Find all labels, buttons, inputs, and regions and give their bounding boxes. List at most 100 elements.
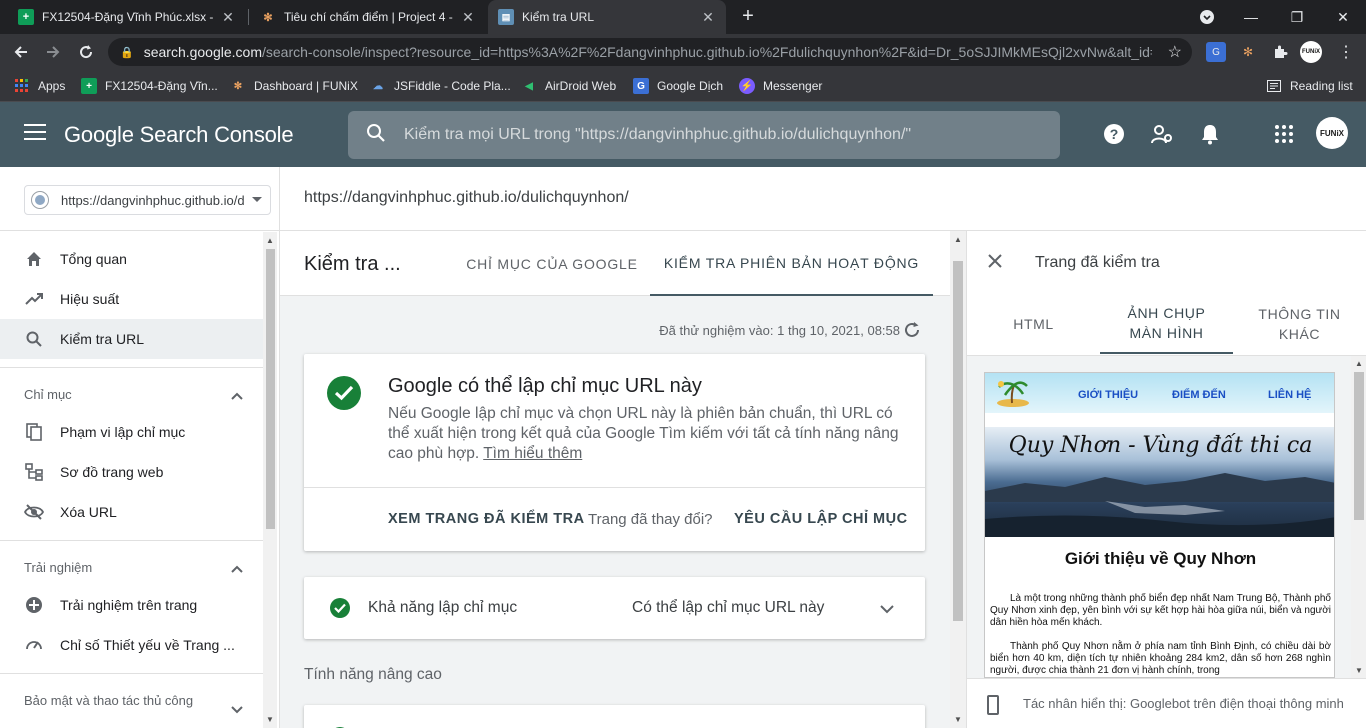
tab-more-info[interactable]: THÔNG TIN KHÁC	[1233, 294, 1366, 354]
address-host: search.google.com	[143, 44, 262, 60]
sidebar-item-sitemaps[interactable]: Sơ đồ trang web	[0, 452, 263, 492]
learn-more-link[interactable]: Tìm hiểu thêm	[483, 445, 582, 462]
forward-button[interactable]	[41, 40, 65, 64]
bookmark-funix-dashboard[interactable]: ✻ Dashboard | FUNiX	[230, 77, 358, 95]
dropdown-caret-icon	[252, 197, 262, 202]
browser-tab-strip: + FX12504-Đặng Vĩnh Phúc.xlsx - G ✕ ✻ Ti…	[0, 0, 1366, 34]
restore-button[interactable]: ❐	[1274, 0, 1320, 34]
panel-scrollbar[interactable]: ▲ ▼	[1351, 356, 1366, 678]
tab-title: Tiêu chí chấm điểm | Project 4 - )	[284, 10, 454, 24]
page-changed-label: Trang đã thay đổi?	[588, 511, 713, 528]
minimize-button[interactable]: —	[1228, 0, 1274, 34]
search-icon	[348, 123, 404, 148]
new-tab-button[interactable]: +	[738, 6, 758, 27]
left-sidebar: https://dangvinhphuc.github.io/dulichquy…	[0, 167, 280, 728]
close-icon[interactable]	[987, 253, 1005, 271]
sidebar-item-url-inspection[interactable]: Kiểm tra URL	[0, 319, 263, 359]
notifications-bell-icon[interactable]	[1198, 122, 1222, 146]
sidebar-item-label: Chỉ số Thiết yếu về Trang ...	[60, 637, 235, 653]
sidebar-item-coverage[interactable]: Phạm vi lập chỉ mục	[0, 412, 263, 452]
screenshot-navbar: GIỚI THIỆU ĐIỂM ĐẾN LIÊN HỆ	[985, 373, 1334, 413]
sidebar-section-index[interactable]: Chỉ mục	[0, 376, 263, 412]
screenshot-hero-image: Quy Nhơn - Vùng đất thi ca	[985, 427, 1334, 537]
sidebar-item-label: Tổng quan	[60, 251, 127, 267]
bookmark-google-translate[interactable]: G Google Dịch	[633, 77, 723, 95]
scroll-up-arrow-icon[interactable]: ▲	[953, 235, 963, 244]
funix-extension-icon[interactable]: ✻	[1238, 42, 1258, 62]
bookmark-airdroid[interactable]: ◀ AirDroid Web	[521, 77, 616, 95]
tab-html[interactable]: HTML	[967, 294, 1100, 354]
close-tab-icon[interactable]: ✕	[460, 9, 476, 26]
bookmark-jsfiddle[interactable]: ☁ JSFiddle - Code Pla...	[370, 77, 511, 95]
main-scroll-thumb[interactable]	[953, 261, 963, 621]
sidebar-section-experience[interactable]: Trải nghiệm	[0, 549, 263, 585]
scroll-down-arrow-icon[interactable]: ▼	[953, 715, 963, 724]
request-indexing-button[interactable]: YÊU CẦU LẬP CHỈ MỤC	[734, 511, 908, 527]
sidebar-item-page-experience[interactable]: Trải nghiệm trên trang	[0, 585, 263, 625]
sidebar-divider	[0, 673, 263, 674]
property-selector[interactable]: https://dangvinhphuc.github.io/dulichquy…	[24, 185, 271, 215]
scroll-up-arrow-icon[interactable]: ▲	[265, 236, 275, 245]
manage-users-icon[interactable]	[1150, 122, 1174, 146]
main-scrollbar[interactable]: ▲ ▼	[950, 231, 966, 728]
google-apps-icon[interactable]	[1272, 122, 1296, 146]
back-button[interactable]	[9, 40, 33, 64]
browser-tab-funix[interactable]: ✻ Tiêu chí chấm điểm | Project 4 - ) ✕	[250, 0, 486, 34]
panel-scroll-thumb[interactable]	[1354, 372, 1364, 520]
close-tab-icon[interactable]: ✕	[220, 9, 236, 26]
tab-screenshot[interactable]: ẢNH CHỤP MÀN HÌNH	[1100, 294, 1233, 354]
speed-gauge-icon	[24, 635, 44, 655]
sidebar-item-performance[interactable]: Hiệu suất	[0, 279, 263, 319]
browser-toolbar: 🔒 search.google.com /search-console/insp…	[0, 34, 1366, 70]
sidebar-item-overview[interactable]: Tổng quan	[0, 239, 263, 279]
tab-search-button[interactable]	[1184, 0, 1230, 34]
scroll-down-arrow-icon[interactable]: ▼	[1354, 666, 1364, 675]
bookmark-label: Messenger	[763, 79, 823, 93]
tab-live-test[interactable]: KIỂM TRA PHIÊN BẢN HOẠT ĐỘNG	[650, 231, 933, 296]
section-label: Bảo mật và thao tác thủ công	[24, 693, 194, 708]
bookmark-messenger[interactable]: ⚡ Messenger	[739, 77, 822, 95]
screenshot-nav-destinations: ĐIỂM ĐẾN	[1172, 389, 1226, 401]
scroll-up-arrow-icon[interactable]: ▲	[1354, 359, 1364, 368]
browser-tab-url-inspection[interactable]: ▤ Kiểm tra URL ✕	[488, 0, 726, 34]
page-title: Kiểm tra ...	[304, 253, 401, 275]
view-tested-page-button[interactable]: XEM TRANG ĐÃ KIỂM TRA	[388, 511, 585, 527]
sidebar-scrollbar[interactable]: ▲ ▼	[263, 232, 277, 728]
bookmark-star-icon[interactable]: ☆	[1168, 42, 1182, 62]
chevron-down-icon[interactable]	[880, 601, 894, 619]
help-icon[interactable]: ?	[1102, 122, 1126, 146]
bookmark-apps[interactable]: Apps	[14, 77, 65, 95]
check-circle-icon	[327, 376, 361, 410]
sidebar-item-core-web-vitals[interactable]: Chỉ số Thiết yếu về Trang ...	[0, 625, 263, 665]
search-icon	[24, 329, 44, 349]
sidebar-item-removals[interactable]: Xóa URL	[0, 492, 263, 532]
tab-google-index[interactable]: CHỈ MỤC CỦA GOOGLE	[454, 231, 650, 296]
palm-island-logo-icon	[993, 379, 1033, 407]
index-status-text: Nếu Google lập chỉ mục và chọn URL này l…	[388, 405, 899, 462]
extensions-puzzle-icon[interactable]	[1270, 42, 1290, 62]
url-inspect-search[interactable]	[348, 111, 1060, 159]
url-inspect-input[interactable]	[404, 126, 1044, 144]
chrome-menu-icon[interactable]: ⋮	[1336, 42, 1356, 62]
menu-icon[interactable]	[24, 124, 46, 142]
sidebar-item-label: Trải nghiệm trên trang	[60, 597, 198, 613]
sidebar-nav: Tổng quan Hiệu suất Kiểm tra URL Chỉ mục	[0, 239, 263, 718]
reading-list-button[interactable]: Reading list	[1266, 77, 1353, 95]
close-window-button[interactable]: ✕	[1320, 0, 1366, 34]
bookmark-sheet[interactable]: + FX12504-Đặng Vĩn...	[81, 77, 218, 95]
indexability-row[interactable]: Khả năng lập chỉ mục Có thể lập chỉ mục …	[304, 577, 925, 639]
sidebar-scroll-thumb[interactable]	[266, 249, 275, 529]
jsfiddle-cloud-icon: ☁	[373, 80, 383, 92]
browser-tab-sheets[interactable]: + FX12504-Đặng Vĩnh Phúc.xlsx - G ✕	[8, 0, 246, 34]
account-avatar[interactable]: FUNiX	[1316, 117, 1348, 149]
sidebar-section-security[interactable]: Bảo mật và thao tác thủ công	[0, 682, 200, 718]
profile-avatar-icon[interactable]: FUNiX	[1300, 41, 1322, 63]
scroll-down-arrow-icon[interactable]: ▼	[265, 715, 275, 724]
address-bar[interactable]: 🔒 search.google.com /search-console/insp…	[108, 38, 1192, 66]
google-translate-extension-icon[interactable]: G	[1206, 42, 1226, 62]
reload-button[interactable]	[74, 40, 98, 64]
tab-title: Kiểm tra URL	[522, 10, 595, 24]
reading-list-label: Reading list	[1290, 79, 1353, 93]
close-tab-icon[interactable]: ✕	[700, 9, 716, 26]
refresh-icon[interactable]	[903, 321, 923, 341]
